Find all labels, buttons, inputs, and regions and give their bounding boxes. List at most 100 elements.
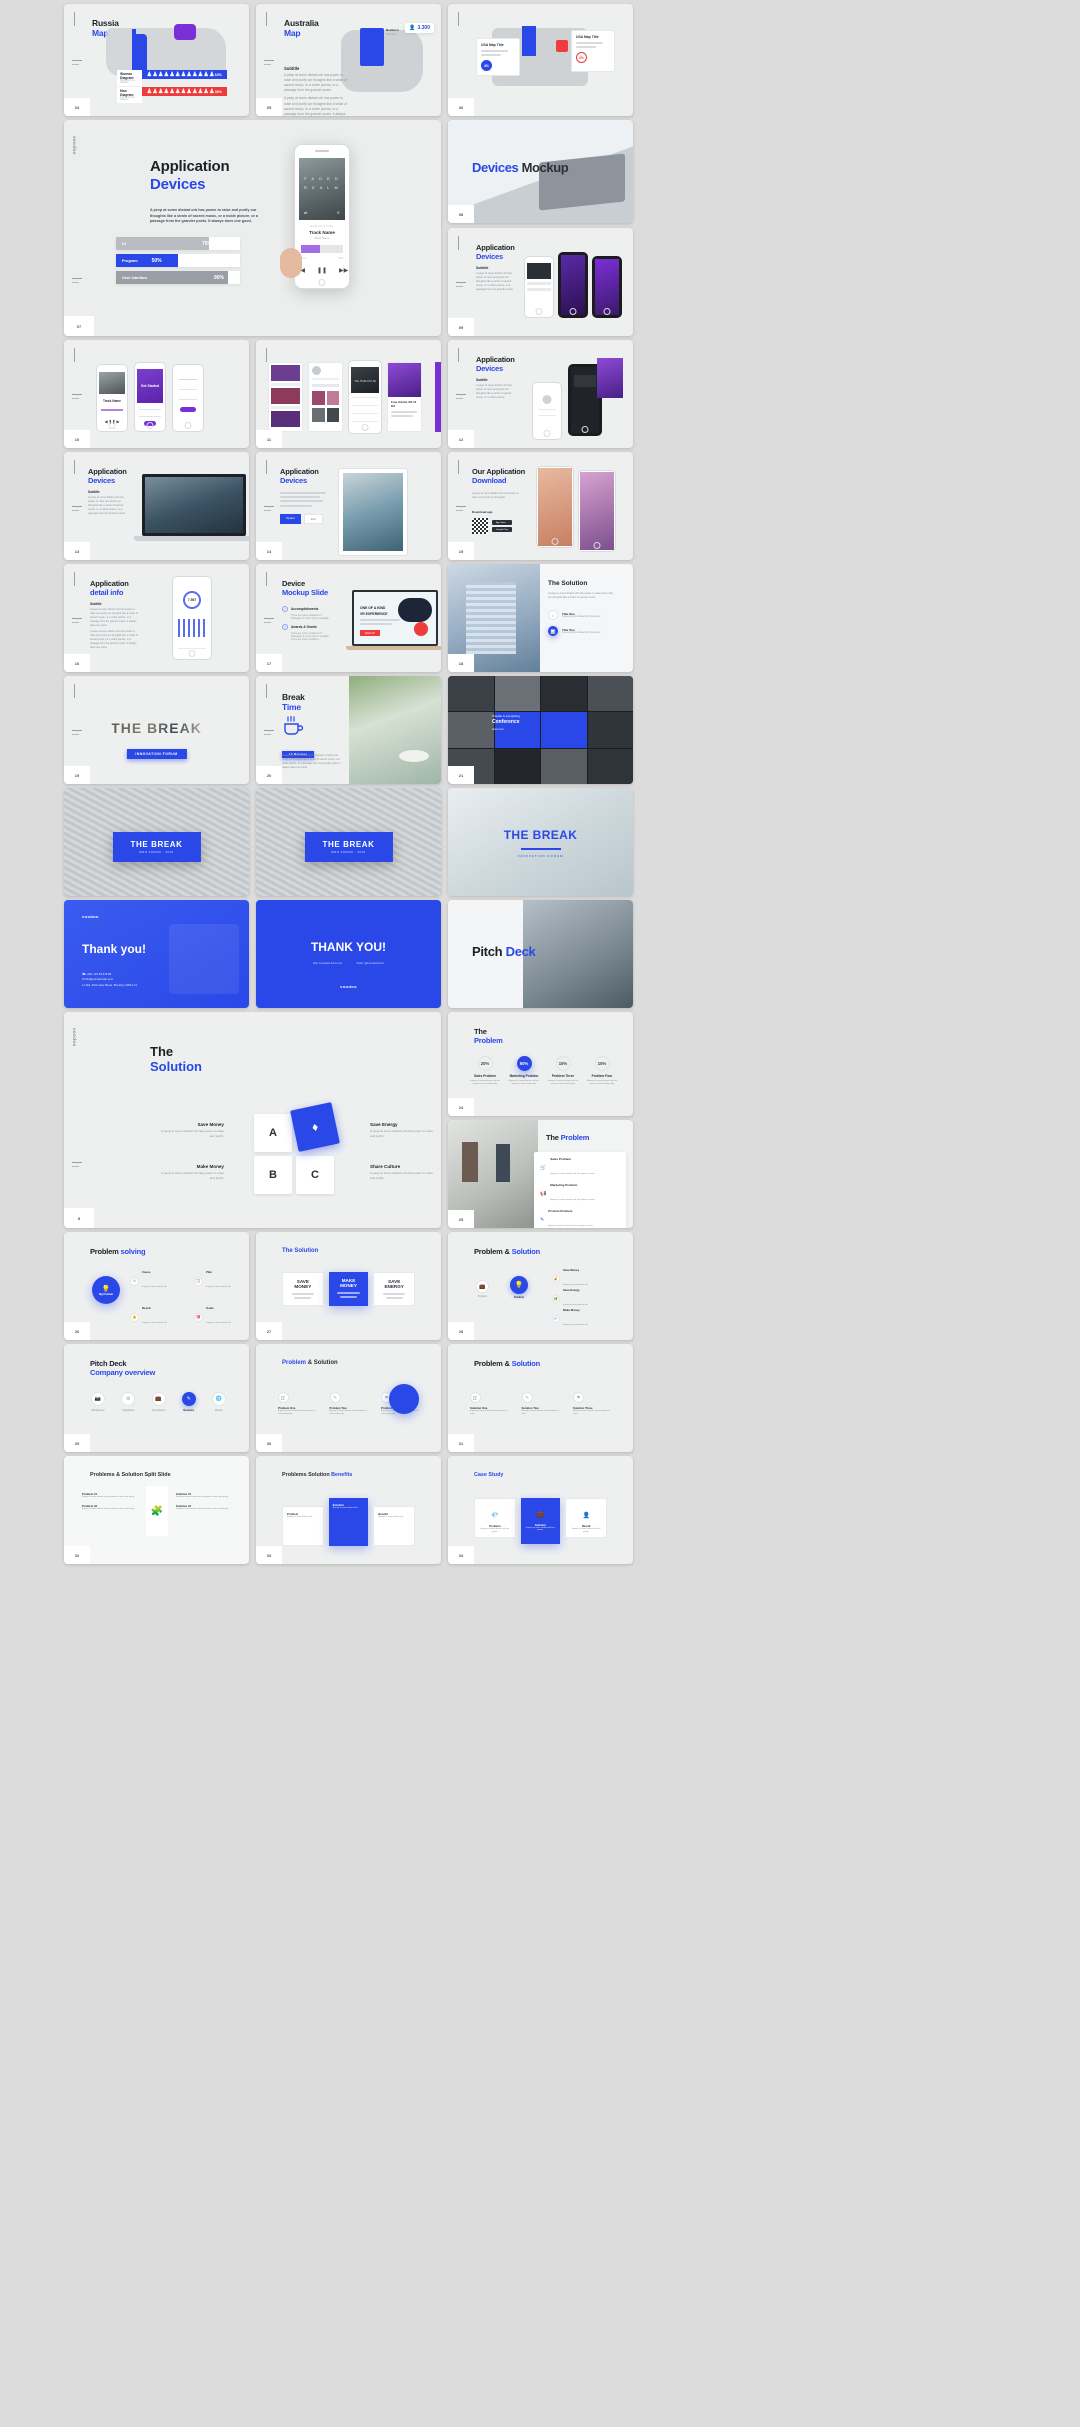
read-more-link[interactable]: Read more [492,728,520,731]
pencil-icon: ✎ [540,1217,545,1223]
thumbs-up-icon: 👍 [130,1312,139,1322]
slide-thank-you-flat[interactable]: THANK YOU! Web: innovation-forum.com Twi… [256,900,441,1008]
body-text: A peep at some distant orb has power to … [548,592,613,600]
slide-the-problem-photo[interactable]: The Problem 🛒 Sales Problem A peep at so… [448,1120,633,1228]
slide-the-problem-kpi[interactable]: The Problem 20% Sales Problem A peep at s… [448,1012,633,1116]
list-item[interactable]: ⌂ Title One A peep at some distant orb h… [548,610,601,620]
slide-the-break-badge-1[interactable]: THE BREAK MGG FORUM - 2019 [64,788,249,896]
slide-application-devices-dark[interactable]: Application Devices Subtitle A peep at so… [448,340,633,448]
step-item[interactable]: 📷 Background [84,1392,112,1412]
column-card[interactable]: 💎 Problem A peep at some distant orb has… [474,1498,516,1538]
laptop-mockup [142,474,246,536]
next-icon[interactable]: ▶▶ [339,267,348,274]
column-card-active[interactable]: Solution A peep at some distant orb. [328,1498,369,1546]
text-block: Subtitle A peep at some distant orb has … [88,490,126,516]
tab-info[interactable]: Info [303,514,323,524]
slide-russia-map[interactable]: Russia Map Woman Diagram Subtitle for the… [64,4,249,116]
slide-application-devices-laptop[interactable]: Application Devices Subtitle A peep at so… [64,452,249,560]
list-item: 🛒 Sales Problem A peep at some distant o… [540,1157,596,1175]
slide-the-solution-cards[interactable]: The Solution SAVE MONEY MAKE MONEY SAVE … [256,1232,441,1340]
slide-conference-collage[interactable]: Trouble is everything Conference Read mo… [448,676,633,784]
solution-card[interactable]: SAVE ENERGY [373,1272,416,1306]
step-item[interactable]: ⚙ Capabilities [114,1392,142,1412]
slide-five-phones-music[interactable]: The Thrill Of It All Free Adobe XD UI Ki… [256,340,441,448]
coffee-photo [349,676,441,784]
pause-icon[interactable]: ❚❚ [317,267,327,274]
map-card-1[interactable]: USA Map Title 4% [476,38,520,76]
column-card[interactable]: Problem A peep at some distant orb. [282,1506,324,1546]
side-tick-icon [72,506,82,511]
column: ✎ Problem Two A peep at some distant orb… [329,1392,372,1416]
flag-icon: ⚑ [573,1392,584,1403]
store-buttons[interactable]: App Store Google Play [492,520,512,532]
slide-the-solution-puzzle[interactable]: voodoo The Solution A B C ♦ Save Money A… [64,1012,441,1228]
slide-the-break-innovation[interactable]: THE BREAK INNOVATION FORUM [448,788,633,896]
solution-item: Save Energy A peep at some distant orb h… [370,1122,433,1138]
corner-tick-icon [458,348,459,362]
slide-problem-solving[interactable]: Problem solving 💡 Big Problem ⚙ Cause A … [64,1232,249,1340]
slide-the-break-texture[interactable]: THE BREAK INNOVATION FORUM 19 [64,676,249,784]
column-card[interactable]: Benefit A peep at some distant orb. [373,1506,416,1546]
list-item[interactable]: 📊 Title Two A peep at some distant orb h… [548,626,601,636]
solution-item: Save Money A peep at some distant orb ha… [161,1122,224,1138]
slide-application-detail-info[interactable]: Application detail info Subtitle A peep a… [64,564,249,672]
twitter-link[interactable]: Twitter: @innovationforum [356,962,384,965]
mail-icon: ✉ [82,977,85,982]
slide-application-devices-screens[interactable]: Application Devices Subtitle A peep at so… [448,228,633,336]
solution-card[interactable]: SAVE MONEY [282,1272,324,1306]
map-card-2[interactable]: USA Map Title 2% [571,30,615,72]
slide-problems-solution-benefits[interactable]: Problems Solution Benefits Problem A pee… [256,1456,441,1564]
slide-application-devices-hero[interactable]: voodoo Application Devices A peep at som… [64,120,441,336]
right-column: Solution #1 A peep at some distant orb h… [176,1492,229,1511]
page-number: 17 [256,654,282,672]
slide-device-mockup-slide[interactable]: Device Mockup Slide ✓ Accomplishments The… [256,564,441,672]
slide-the-break-badge-2[interactable]: THE BREAK MGG FORUM - 2019 [256,788,441,896]
column-card[interactable]: 👤 Result A peep at some distant orb has … [565,1498,608,1538]
innovation-forum-button[interactable]: INNOVATION FORUM [126,742,187,760]
slide-pitch-deck-company-overview[interactable]: Pitch Deck Company overview 📷 Background … [64,1344,249,1452]
phone-icon: ☎ [82,972,86,976]
slide-usa-map[interactable]: USA Map Title 4% USA Map Title 2% 06 [448,4,633,116]
slide-three-phones-purple[interactable]: Track Name ◀ ❚❚ ▶ Get Started 10 [64,340,249,448]
slide-problem-and-solution-icons[interactable]: Problem & Solution 💼 Problem 💡 Solution … [448,1232,633,1340]
slide-case-study[interactable]: Case Study 💎 Problem A peep at some dist… [448,1456,633,1564]
brand-logo: voodoo [340,984,357,989]
side-tick-icon [72,730,82,735]
column-card-active[interactable]: 💼 Solution A peep at some distant orb ha… [520,1498,561,1544]
slide-grid: Russia Map Woman Diagram Subtitle for the… [0,0,1080,2427]
column: 🛒 Solution One A peep at some distant or… [470,1392,512,1416]
page-number: 34 [448,1546,474,1564]
gear-icon: ⚙ [130,1276,139,1286]
step-item[interactable]: 🌐 Mission [205,1392,233,1412]
side-tick-icon [456,506,466,511]
web-link[interactable]: Web: innovation-forum.com [313,962,342,965]
slide-devices-mockup-banner[interactable]: Devices Mockup 08 [448,120,633,223]
slide-application-devices-tablet[interactable]: Application Devices Option Info 14 [256,452,441,560]
slide-problem-solution-three[interactable]: Problem & Solution 🛒 Problem One A peep … [256,1344,441,1452]
slide-the-solution-building[interactable]: The Solution A peep at some distant orb … [448,564,633,672]
google-play-button[interactable]: Google Play [492,527,512,532]
slide-thank-you-photo[interactable]: voodoo Thank you! ☎ +001 123 45 678 99 ✉… [64,900,249,1008]
step-item[interactable]: 💼 Accreditation [145,1392,173,1412]
tab-option[interactable]: Option [280,514,301,524]
slide-problem-solution-circle[interactable]: Problem & Solution 🛒 Solution One A peep… [448,1344,633,1452]
solution-item: 🎯 Goals A peep at some distant orb [194,1306,231,1328]
step-item-active[interactable]: ✎ Resumes [175,1392,203,1412]
slide-our-application-download[interactable]: Our Application Download A peep at some d… [448,452,633,560]
slide-pitch-deck-cover[interactable]: Pitch Deck [448,900,633,1008]
puzzle-divider: 🧩 [146,1486,168,1536]
clipboard-icon: 📋 [194,1276,203,1286]
link-list[interactable]: Web: innovation-forum.com Twitter: @inno… [313,962,384,965]
page-title: Problem & Solution [474,1247,541,1256]
tab-group[interactable]: Option Info [280,514,323,524]
solution-item: 👍 Result A peep at some distant orb [130,1306,167,1328]
slide-problems-solution-split[interactable]: Problems & Solution Split Slide Problem … [64,1456,249,1564]
slide-australia-map[interactable]: Australia Map Northern Territory 👤 3.300 S… [256,4,441,116]
solution-card-active[interactable]: MAKE MONEY [328,1272,369,1306]
app-store-button[interactable]: App Store [492,520,512,525]
page-number: 07 [64,316,94,336]
coffee-cup-icon [282,715,304,741]
signup-button[interactable]: SIGN UP [360,630,380,636]
slide-break-time[interactable]: Break Time 15 Minutes A peep at some dist… [256,676,441,784]
page-title: Application Devices [150,158,230,193]
